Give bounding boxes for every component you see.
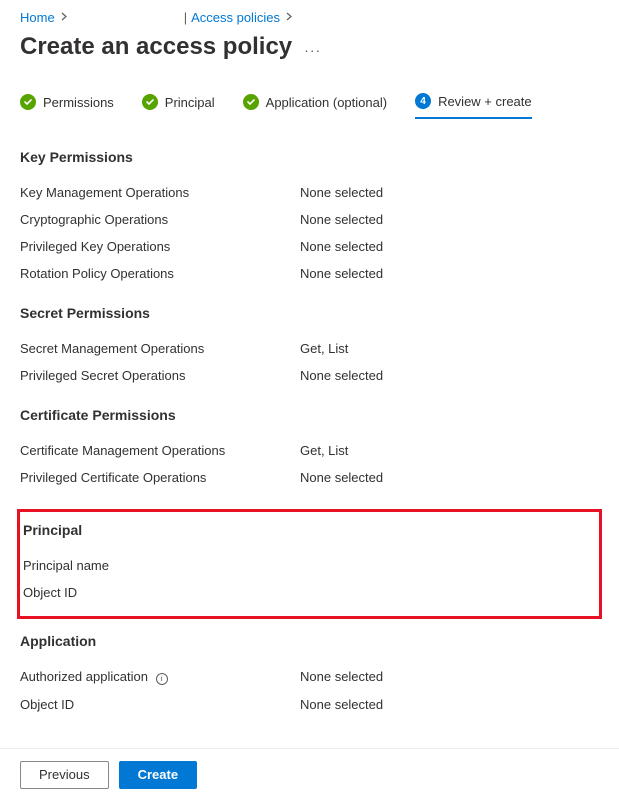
review-row: Privileged Secret Operations None select…	[20, 362, 599, 389]
wizard-tabs: Permissions Principal Application (optio…	[0, 81, 619, 119]
info-icon[interactable]: i	[156, 673, 168, 685]
row-label: Authorized application i	[20, 669, 300, 685]
page-title-row: Create an access policy ···	[0, 29, 619, 81]
review-row: Secret Management Operations Get, List	[20, 335, 599, 362]
tab-label: Review + create	[438, 94, 532, 109]
tab-application[interactable]: Application (optional)	[243, 94, 387, 118]
chevron-right-icon	[284, 12, 295, 24]
row-label: Cryptographic Operations	[20, 212, 300, 227]
row-value: None selected	[300, 470, 383, 485]
review-row: Cryptographic Operations None selected	[20, 206, 599, 233]
row-label: Key Management Operations	[20, 185, 300, 200]
review-row: Rotation Policy Operations None selected	[20, 260, 599, 287]
row-value: None selected	[300, 239, 383, 254]
row-label: Certificate Management Operations	[20, 443, 300, 458]
section-certificate-permissions: Certificate Permissions Certificate Mana…	[20, 407, 599, 491]
review-row: Certificate Management Operations Get, L…	[20, 437, 599, 464]
section-key-permissions: Key Permissions Key Management Operation…	[20, 149, 599, 287]
review-row: Object ID None selected	[20, 691, 599, 718]
breadcrumb-separator: |	[184, 10, 187, 25]
tab-label: Principal	[165, 95, 215, 110]
create-button[interactable]: Create	[119, 761, 197, 789]
section-title: Secret Permissions	[20, 305, 599, 321]
row-value: None selected	[300, 185, 383, 200]
row-label: Secret Management Operations	[20, 341, 300, 356]
row-value: None selected	[300, 669, 383, 685]
more-actions-button[interactable]: ···	[304, 36, 321, 58]
previous-button[interactable]: Previous	[20, 761, 109, 789]
review-row: Privileged Certificate Operations None s…	[20, 464, 599, 491]
section-title: Principal	[20, 522, 589, 538]
step-number-icon: 4	[415, 93, 431, 109]
review-content: Key Permissions Key Management Operation…	[0, 119, 619, 748]
section-title: Key Permissions	[20, 149, 599, 165]
review-row: Principal name	[20, 552, 589, 579]
tab-label: Application (optional)	[266, 95, 387, 110]
section-application: Application Authorized application i Non…	[20, 633, 599, 718]
row-label: Rotation Policy Operations	[20, 266, 300, 281]
tab-principal[interactable]: Principal	[142, 94, 215, 118]
page-title: Create an access policy	[20, 33, 292, 61]
row-value: None selected	[300, 697, 383, 712]
breadcrumb-access-policies[interactable]: Access policies	[191, 10, 280, 25]
row-value: Get, List	[300, 443, 348, 458]
row-label: Privileged Key Operations	[20, 239, 300, 254]
check-icon	[243, 94, 259, 110]
tab-label: Permissions	[43, 95, 114, 110]
row-value: None selected	[300, 368, 383, 383]
review-row: Object ID	[20, 579, 589, 606]
section-title: Application	[20, 633, 599, 649]
review-row: Key Management Operations None selected	[20, 179, 599, 206]
chevron-right-icon	[59, 12, 70, 24]
section-title: Certificate Permissions	[20, 407, 599, 423]
row-value: Get, List	[300, 341, 348, 356]
row-label: Principal name	[23, 558, 303, 573]
review-row: Privileged Key Operations None selected	[20, 233, 599, 260]
row-label: Privileged Secret Operations	[20, 368, 300, 383]
check-icon	[142, 94, 158, 110]
check-icon	[20, 94, 36, 110]
breadcrumb-home[interactable]: Home	[20, 10, 55, 25]
row-value: None selected	[300, 212, 383, 227]
tab-review-create[interactable]: 4 Review + create	[415, 93, 532, 119]
section-principal-highlight: Principal Principal name Object ID	[17, 509, 602, 619]
row-value: None selected	[300, 266, 383, 281]
wizard-footer: Previous Create	[0, 748, 619, 803]
tab-permissions[interactable]: Permissions	[20, 94, 114, 118]
row-label: Object ID	[23, 585, 303, 600]
row-label: Object ID	[20, 697, 300, 712]
row-label: Privileged Certificate Operations	[20, 470, 300, 485]
breadcrumb: Home | Access policies	[0, 0, 619, 29]
section-secret-permissions: Secret Permissions Secret Management Ope…	[20, 305, 599, 389]
review-row: Authorized application i None selected	[20, 663, 599, 691]
